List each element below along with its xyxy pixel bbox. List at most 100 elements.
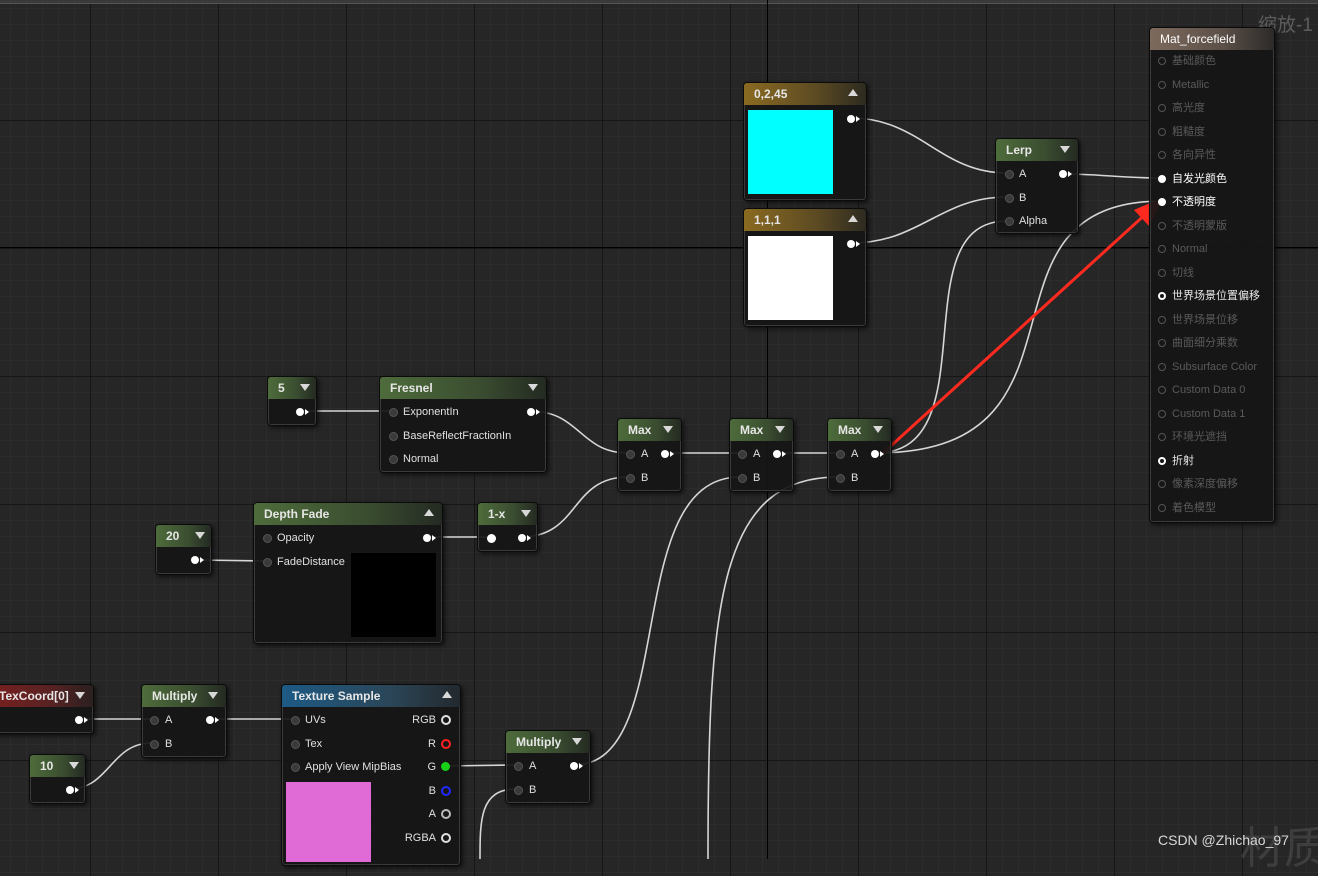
collapse-arrow-icon[interactable] [208,692,218,699]
collapse-arrow-icon[interactable] [521,510,531,517]
output-pin-rgba-icon[interactable] [441,833,451,843]
input-pin-fadedistance-icon[interactable] [263,558,272,567]
collapse-arrow-icon[interactable] [69,762,79,769]
output-pin-icon[interactable] [518,534,526,542]
result-node-mat-forcefield[interactable]: Mat_forcefield 基础颜色 Metallic 高光度 粗糙度 各向异… [1149,27,1275,523]
output-pin-icon[interactable] [66,786,74,794]
input-pin-a-icon[interactable] [514,762,523,771]
output-pin-b-icon[interactable] [441,786,451,796]
result-pin-5[interactable]: 自发光颜色 [1158,172,1227,186]
result-pin-17[interactable]: 折射 [1158,454,1194,468]
collapse-arrow-icon[interactable] [775,426,785,433]
result-pin-2[interactable]: 高光度 [1158,101,1205,115]
output-pin-icon[interactable] [847,115,855,123]
output-arrow-icon [215,717,219,723]
result-pin-1[interactable]: Metallic [1158,78,1209,92]
collapse-arrow-icon[interactable] [75,692,85,699]
input-pin-b-icon[interactable] [738,474,747,483]
input-pin-b-icon[interactable] [514,786,523,795]
output-pin-icon[interactable] [423,534,431,542]
input-pin-alpha-icon[interactable] [1005,217,1014,226]
output-pin-rgb-icon[interactable] [441,715,451,725]
output-pin-icon[interactable] [773,450,781,458]
input-pin-a-icon[interactable] [1005,170,1014,179]
result-pin-18[interactable]: 像素深度偏移 [1158,477,1238,491]
collapse-arrow-icon[interactable] [663,426,673,433]
const-5-node[interactable]: 5 [267,376,317,426]
result-pin-0[interactable]: 基础颜色 [1158,54,1216,68]
input-pin-opacity-icon[interactable] [263,534,272,543]
depth-fade-node[interactable]: Depth Fade Opacity FadeDistance [253,502,443,644]
pin-label-b: B [1019,192,1027,204]
input-pin-a-icon[interactable] [626,450,635,459]
result-pin-7[interactable]: 不透明蒙版 [1158,219,1227,233]
input-pin-tex-icon[interactable] [291,740,300,749]
result-pin-6[interactable]: 不透明度 [1158,195,1216,209]
output-pin-icon[interactable] [296,408,304,416]
collapse-arrow-icon[interactable] [873,426,883,433]
result-pin-10[interactable]: 世界场景位置偏移 [1158,289,1260,303]
max-node-2[interactable]: Max A B [729,418,794,492]
output-pin-icon[interactable] [871,450,879,458]
output-pin-icon[interactable] [570,762,578,770]
output-pin-a-icon[interactable] [441,809,451,819]
collapse-arrow-icon[interactable] [442,691,452,698]
input-pin-a-icon[interactable] [738,450,747,459]
output-pin-icon[interactable] [75,716,83,724]
input-pin-b-icon[interactable] [626,474,635,483]
output-pin-icon[interactable] [191,556,199,564]
one-minus-node[interactable]: 1-x [477,502,538,552]
const-vector-white-node[interactable]: 1,1,1 [743,208,867,327]
collapse-arrow-icon[interactable] [1060,146,1070,153]
lerp-node[interactable]: Lerp A B Alpha [995,138,1079,234]
max-node-1[interactable]: Max A B [617,418,682,492]
const-vector-cyan-node[interactable]: 0,2,45 [743,82,867,201]
output-pin-icon[interactable] [527,408,535,416]
input-pin-mipbias-icon[interactable] [291,763,300,772]
input-pin-icon[interactable] [487,534,496,543]
input-pin-uvs-icon[interactable] [291,716,300,725]
fresnel-node[interactable]: Fresnel ExponentIn BaseReflectFractionIn… [379,376,547,473]
result-pin-3[interactable]: 粗糙度 [1158,125,1205,139]
result-pin-4[interactable]: 各向异性 [1158,148,1216,162]
output-pin-icon[interactable] [661,450,669,458]
const-20-node[interactable]: 20 [155,524,212,575]
output-pin-r-icon[interactable] [441,739,451,749]
output-pin-icon[interactable] [1059,170,1067,178]
texcoord-node[interactable]: TexCoord[0] [0,684,94,734]
input-pin-a-icon[interactable] [150,716,159,725]
collapse-arrow-icon[interactable] [195,532,205,539]
input-pin-exponent-icon[interactable] [389,408,398,417]
input-pin-b-icon[interactable] [836,474,845,483]
multiply-node-1[interactable]: Multiply A B [141,684,227,758]
input-pin-normal-icon[interactable] [389,455,398,464]
input-pin-a-icon[interactable] [836,450,845,459]
collapse-arrow-icon[interactable] [424,509,434,516]
max-node-3[interactable]: Max A B [827,418,892,492]
input-pin-b-icon[interactable] [1005,194,1014,203]
output-pin-icon[interactable] [847,240,855,248]
collapse-arrow-icon[interactable] [572,738,582,745]
collapse-arrow-icon[interactable] [848,215,858,222]
result-pin-12[interactable]: 曲面细分乘数 [1158,336,1238,350]
collapse-arrow-icon[interactable] [300,384,310,391]
input-pin-basereflect-icon[interactable] [389,432,398,441]
result-pin-8[interactable]: Normal [1158,242,1207,256]
pin-label-a: A [165,714,173,726]
multiply-node-2[interactable]: Multiply A B [505,730,591,804]
collapse-arrow-icon[interactable] [528,384,538,391]
output-pin-g-icon[interactable] [441,762,450,771]
result-pin-9[interactable]: 切线 [1158,266,1194,280]
result-pin-19[interactable]: 着色模型 [1158,501,1216,515]
result-pin-14[interactable]: Custom Data 0 [1158,383,1245,397]
result-pin-15[interactable]: Custom Data 1 [1158,407,1245,421]
pin-dot-icon [1158,316,1166,325]
collapse-arrow-icon[interactable] [848,89,858,96]
input-pin-b-icon[interactable] [150,740,159,749]
result-pin-16[interactable]: 环境光遮挡 [1158,430,1227,444]
texture-sample-node[interactable]: Texture Sample UVs Tex Apply View MipBia… [281,684,461,866]
const-10-node[interactable]: 10 [29,754,86,804]
output-pin-icon[interactable] [206,716,214,724]
result-pin-13[interactable]: Subsurface Color [1158,360,1257,374]
result-pin-11[interactable]: 世界场景位移 [1158,313,1238,327]
